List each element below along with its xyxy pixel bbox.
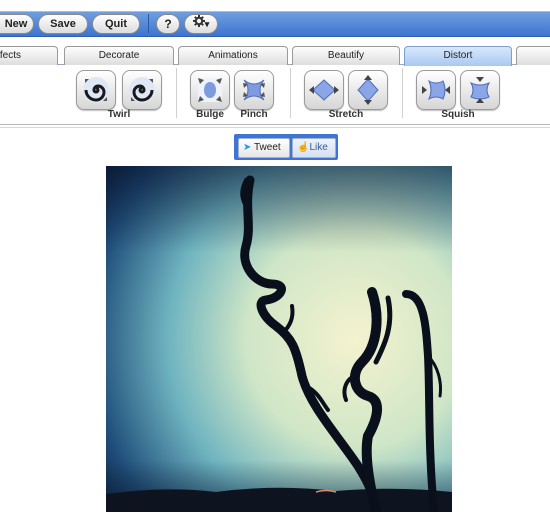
photo-canvas bbox=[106, 166, 452, 512]
bulge-button[interactable] bbox=[190, 70, 230, 110]
twirl-group-label: Twirl bbox=[107, 109, 131, 120]
quit-button[interactable]: Quit bbox=[92, 14, 140, 34]
tweet-label: Tweet bbox=[254, 142, 281, 153]
squish-horizontal-icon bbox=[422, 79, 450, 101]
distort-tools-panel: Twirl Bulge Pinch Stretch Squish bbox=[0, 66, 550, 122]
gear-icon bbox=[192, 15, 205, 33]
help-button[interactable]: ? bbox=[156, 14, 180, 34]
twirl-left-icon bbox=[83, 77, 109, 103]
help-icon: ? bbox=[164, 17, 172, 31]
panel-divider bbox=[0, 124, 550, 125]
stretch-group-label: Stretch bbox=[328, 109, 364, 120]
like-button[interactable]: ☝Like bbox=[292, 138, 336, 158]
tab-more[interactable] bbox=[516, 46, 550, 65]
chevron-down-icon: ▾ bbox=[204, 19, 210, 29]
tab-label: Effects bbox=[0, 50, 21, 61]
tab-effects[interactable]: Effects bbox=[0, 46, 58, 65]
save-button[interactable]: Save bbox=[38, 14, 88, 34]
top-toolbar: New Save Quit ? ▾ bbox=[0, 0, 550, 44]
stretch-vertical-icon bbox=[357, 75, 379, 105]
pinch-icon bbox=[243, 79, 265, 101]
bulge-icon bbox=[198, 78, 222, 102]
stretch-horizontal-button[interactable] bbox=[304, 70, 344, 110]
new-button-label: New bbox=[4, 18, 28, 30]
stretch-vertical-button[interactable] bbox=[348, 70, 388, 110]
tab-label: Distort bbox=[443, 50, 473, 61]
twitter-bird-icon: ➤ bbox=[243, 142, 252, 153]
group-separator bbox=[290, 68, 291, 118]
squish-vertical-icon bbox=[469, 77, 491, 103]
like-label: Like bbox=[309, 142, 328, 153]
quit-button-label: Quit bbox=[105, 18, 127, 30]
settings-button[interactable]: ▾ bbox=[184, 14, 218, 34]
tab-decorate[interactable]: Decorate bbox=[64, 46, 174, 65]
tab-distort[interactable]: Distort bbox=[404, 46, 512, 66]
tab-beautify[interactable]: Beautify bbox=[292, 46, 400, 65]
edited-photo[interactable] bbox=[106, 166, 452, 512]
bulge-label: Bulge bbox=[196, 109, 224, 120]
twirl-right-button[interactable] bbox=[122, 70, 162, 110]
squish-horizontal-button[interactable] bbox=[416, 70, 456, 110]
pinch-button[interactable] bbox=[234, 70, 274, 110]
new-button[interactable]: New bbox=[0, 14, 34, 34]
stretch-horizontal-icon bbox=[309, 79, 339, 101]
save-button-label: Save bbox=[50, 18, 76, 30]
tab-animations[interactable]: Animations bbox=[178, 46, 288, 65]
group-separator bbox=[176, 68, 177, 118]
toolbar-separator bbox=[148, 14, 149, 33]
group-separator bbox=[402, 68, 403, 118]
twirl-right-icon bbox=[129, 77, 155, 103]
category-tabs: Effects Decorate Animations Beautify Dis… bbox=[0, 44, 550, 66]
tab-label: Decorate bbox=[98, 50, 140, 61]
twirl-left-button[interactable] bbox=[76, 70, 116, 110]
squish-vertical-button[interactable] bbox=[460, 70, 500, 110]
squish-group-label: Squish bbox=[441, 109, 475, 120]
tab-label: Beautify bbox=[327, 50, 365, 61]
tab-label: Animations bbox=[208, 50, 258, 61]
thumbs-up-icon: ☝ bbox=[297, 142, 310, 153]
social-share-bar: ➤ Tweet ☝Like bbox=[234, 134, 338, 160]
pinch-label: Pinch bbox=[240, 109, 268, 120]
tweet-button[interactable]: ➤ Tweet bbox=[238, 138, 290, 158]
panel-divider-shadow bbox=[0, 127, 550, 128]
